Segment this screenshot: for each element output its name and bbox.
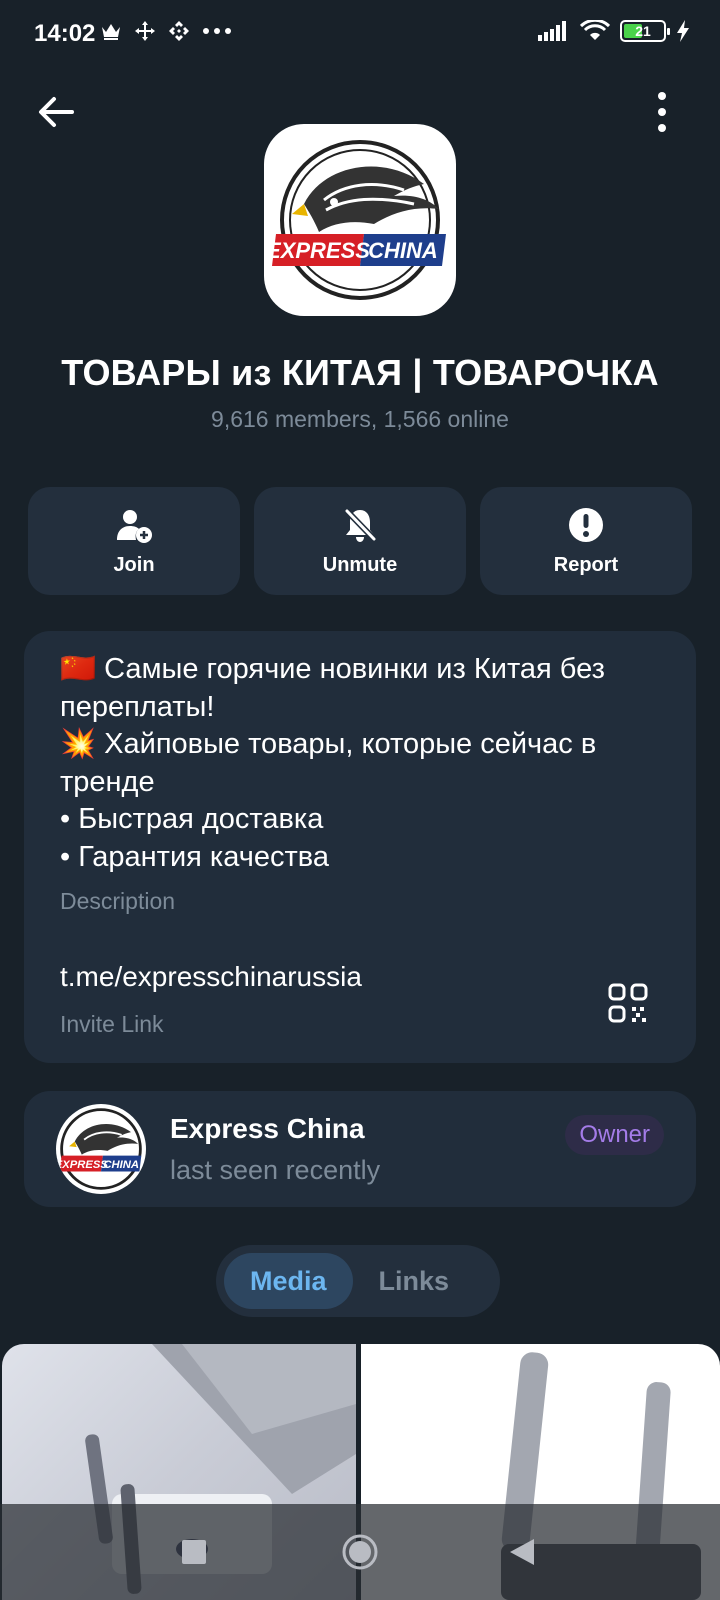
alert-icon xyxy=(569,507,603,542)
back-nav-button[interactable] xyxy=(462,1504,582,1600)
channel-title: ТОВАРЫ из КИТАЯ | ТОВАРОЧКА xyxy=(61,352,659,393)
system-nav-bar xyxy=(0,1504,720,1600)
back-button[interactable] xyxy=(34,90,78,134)
channel-avatar[interactable]: EXPRESS CHINA xyxy=(264,124,456,316)
invite-link-caption: Invite Link xyxy=(60,1011,164,1037)
status-time: 14:02 xyxy=(34,20,96,47)
bell-off-icon xyxy=(344,508,377,542)
qr-code-button[interactable] xyxy=(608,983,648,1023)
wifi-icon xyxy=(580,20,610,40)
tab-media[interactable]: Media xyxy=(224,1253,353,1309)
channel-info-card: 🇨🇳 Самые горячие новинки из Китая без пе… xyxy=(24,631,696,1063)
signal-icon xyxy=(538,21,566,41)
unmute-button[interactable]: Unmute xyxy=(254,487,466,595)
move-icon xyxy=(135,21,155,41)
charging-icon xyxy=(677,20,689,42)
add-user-icon xyxy=(117,509,152,543)
owner-name: Express China xyxy=(170,1113,365,1144)
logo-text-express: EXPRESS xyxy=(56,1159,108,1171)
express-china-logo: EXPRESS CHINA xyxy=(56,1108,142,1190)
owner-avatar: EXPRESS CHINA xyxy=(56,1104,146,1194)
battery-icon: 21 xyxy=(620,20,670,42)
description-caption: Description xyxy=(60,888,176,914)
logo-text-express: EXPRESS xyxy=(266,238,370,263)
home-button[interactable] xyxy=(300,1504,420,1600)
join-button[interactable]: Join xyxy=(28,487,240,595)
status-system-icons: 21 xyxy=(538,20,690,42)
more-vertical-icon xyxy=(658,92,666,100)
report-label: Report xyxy=(553,553,619,576)
invite-link[interactable]: t.me/expresschinarussia xyxy=(60,961,362,993)
logo-text-china: CHINA xyxy=(103,1159,139,1171)
owner-badge: Owner xyxy=(565,1115,664,1155)
more-menu-button[interactable] xyxy=(652,92,672,132)
binance-icon xyxy=(169,21,189,41)
express-china-logo: EXPRESS CHINA xyxy=(266,140,446,300)
recents-button[interactable] xyxy=(134,1504,254,1600)
circle-icon xyxy=(342,1534,378,1570)
status-bar: 14:02 21 xyxy=(0,0,720,70)
crown-icon xyxy=(102,24,120,40)
action-buttons: Join Unmute Report xyxy=(28,487,692,595)
tab-links[interactable]: Links xyxy=(353,1253,476,1309)
report-button[interactable]: Report xyxy=(480,487,692,595)
battery-level: 21 xyxy=(635,23,651,39)
qr-code-icon xyxy=(608,983,648,1023)
join-label: Join xyxy=(113,553,155,576)
more-dots-icon xyxy=(203,28,231,34)
channel-description: 🇨🇳 Самые горячие новинки из Китая без пе… xyxy=(60,653,605,873)
channel-subtitle: 9,616 members, 1,566 online xyxy=(211,406,509,432)
status-notification-icons xyxy=(100,20,232,42)
owner-last-seen: last seen recently xyxy=(170,1155,381,1185)
triangle-back-icon xyxy=(510,1539,534,1565)
unmute-label: Unmute xyxy=(322,553,398,576)
owner-card[interactable]: EXPRESS CHINA Express China last seen re… xyxy=(24,1091,696,1207)
arrow-left-icon xyxy=(39,97,74,127)
square-icon xyxy=(182,1540,206,1564)
media-tabs: Media Links xyxy=(216,1245,500,1317)
logo-text-china: CHINA xyxy=(368,238,438,263)
